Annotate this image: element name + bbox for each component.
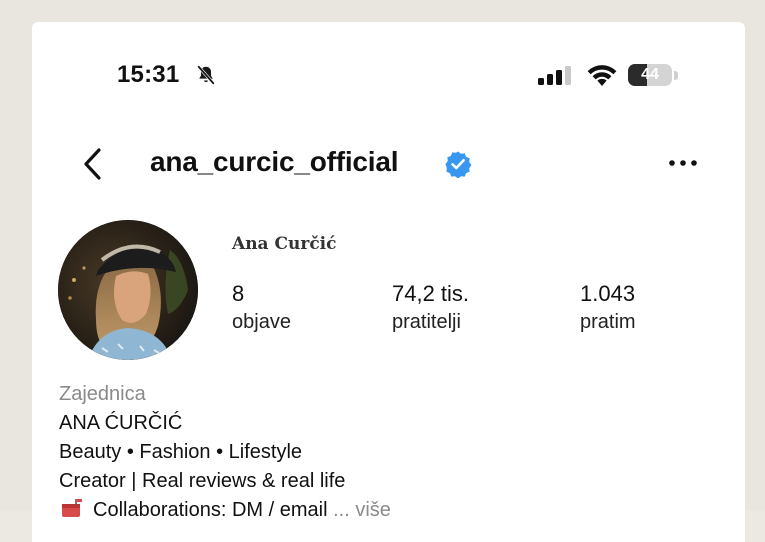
bio-line-3: Collaborations: DM / email (93, 499, 328, 521)
screenshot-frame: 15:31 44 ana_curcic_official Ana Curčić … (0, 0, 765, 542)
phone-screen: 15:31 44 ana_curcic_official Ana Curčić … (32, 22, 745, 542)
avatar-photo (58, 220, 198, 360)
mailbox-icon (62, 499, 82, 517)
battery-indicator: 44 (628, 62, 680, 88)
status-bar: 15:31 44 (32, 58, 745, 94)
posts-label: objave (232, 311, 291, 333)
profile-bio: Zajednica ANA ĆURČIĆ Beauty • Fashion • … (59, 380, 719, 525)
battery-icon: 44 (628, 64, 672, 86)
battery-level: 44 (641, 66, 659, 83)
profile-avatar[interactable] (58, 220, 198, 360)
stat-posts[interactable]: 8 objave (232, 280, 291, 336)
profile-category: Zajednica (59, 383, 146, 405)
verified-badge-icon (445, 151, 472, 178)
status-time: 15:31 (117, 61, 180, 88)
wifi-icon (587, 65, 617, 86)
chevron-left-icon[interactable] (80, 146, 106, 182)
stat-followers[interactable]: 74,2 tis. pratitelji (392, 280, 469, 336)
posts-count: 8 (232, 281, 245, 306)
ellipsis-icon[interactable] (668, 158, 698, 168)
bio-line-1: Beauty • Fashion • Lifestyle (59, 441, 303, 463)
following-count: 1.043 (580, 281, 636, 306)
followers-label: pratitelji (392, 311, 461, 333)
following-label: pratim (580, 311, 636, 333)
bell-slash-icon (197, 65, 215, 85)
cellular-signal-icon (538, 66, 571, 85)
bio-line-2: Creator | Real reviews & real life (59, 470, 346, 492)
bio-line-3-row: Collaborations: DM / email ... više (59, 496, 719, 525)
followers-count: 74,2 tis. (392, 281, 470, 306)
profile-display-name: Ana Curčić (232, 234, 337, 254)
profile-header: ana_curcic_official (32, 140, 745, 190)
bio-more-link[interactable]: ... više (333, 499, 391, 521)
profile-username: ana_curcic_official (150, 146, 399, 177)
bio-name-line: ANA ĆURČIĆ (59, 412, 183, 434)
battery-tip (674, 71, 678, 80)
stat-following[interactable]: 1.043 pratim (580, 280, 636, 336)
